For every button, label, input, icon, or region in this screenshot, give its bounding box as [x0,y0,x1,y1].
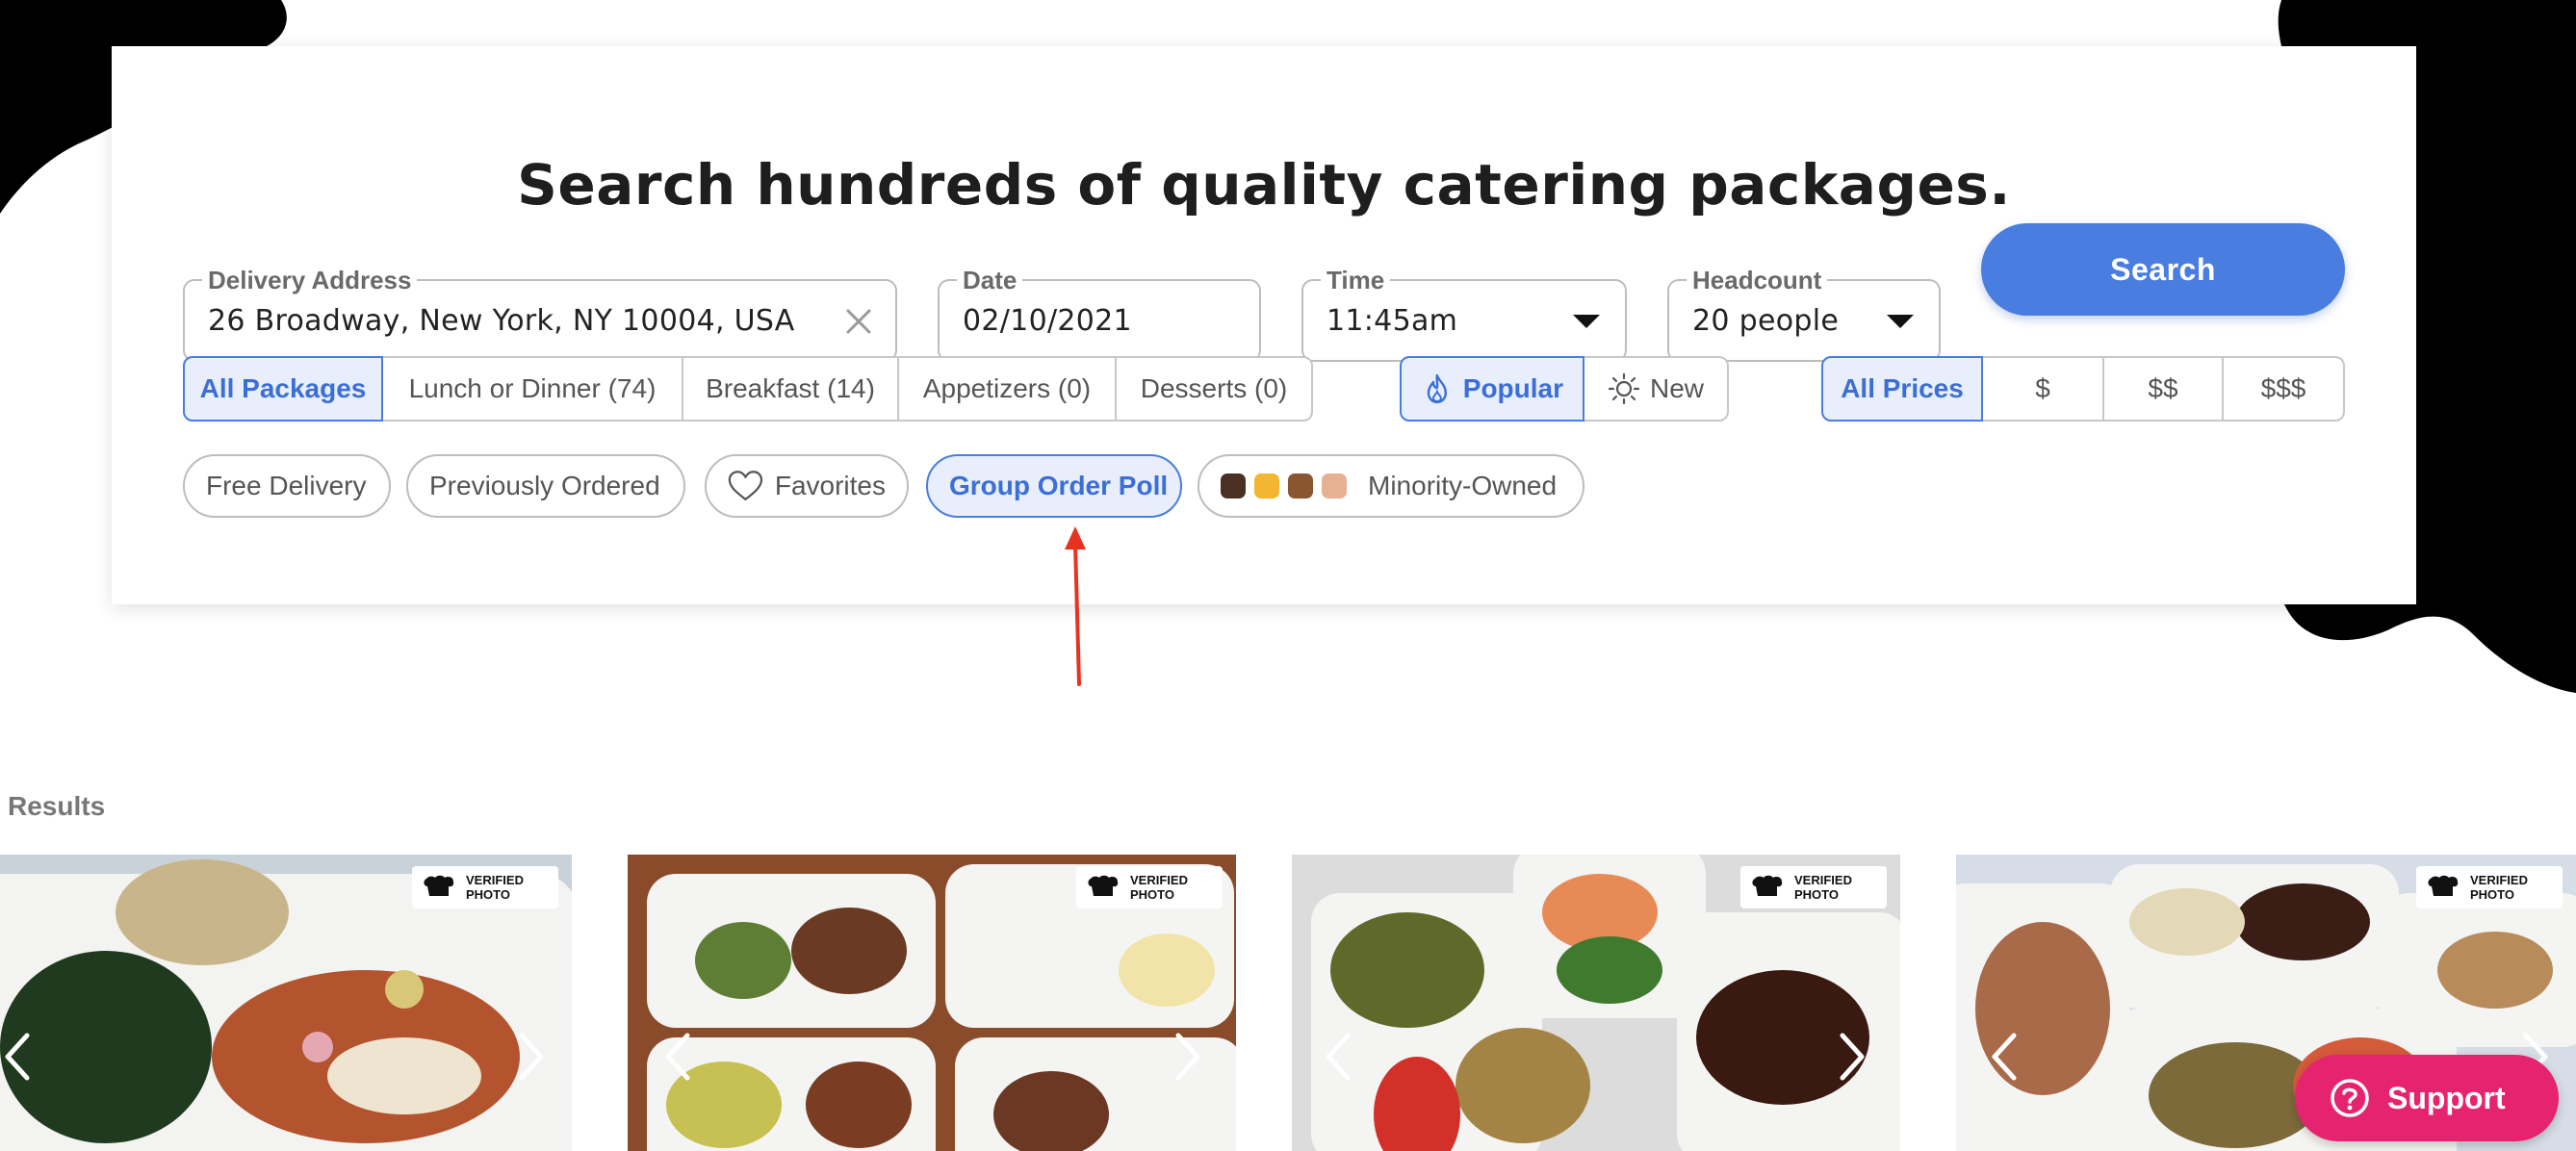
raised-fist-yellow-icon [1254,473,1279,499]
sort-popular[interactable]: Popular [1400,356,1584,422]
sort-popular-label: Popular [1462,373,1563,403]
verified-photo-badge: VERIFIED PHOTO [412,866,558,908]
category-lunch-or-dinner[interactable]: Lunch or Dinner (74) [383,356,683,422]
delivery-address-value[interactable]: 26 Broadway, New York, NY 10004, USA [208,304,795,338]
result-card-photo-1[interactable]: VERIFIED PHOTO [0,855,572,1151]
filter-free-delivery[interactable]: Free Delivery [183,454,391,518]
search-button[interactable]: Search [1981,223,2345,316]
verified-photo-badge: VERIFIED PHOTO [2416,866,2563,908]
filter-group-order-poll[interactable]: Group Order Poll [926,454,1182,518]
chevron-right-icon[interactable] [510,1028,549,1086]
support-label: Support [2387,1080,2506,1115]
filter-minority-owned[interactable]: Minority-Owned [1198,454,1584,518]
price-one[interactable]: $ [1983,356,2104,422]
filter-minority-owned-label: Minority-Owned [1368,471,1558,500]
sort-new[interactable]: New [1584,356,1729,422]
search-card: Search hundreds of quality catering pack… [112,46,2416,604]
price-three[interactable]: $$$ [2224,356,2345,422]
headcount-label: Headcount [1687,265,1828,295]
heart-icon [728,471,763,500]
result-card-photo-3[interactable]: VERIFIED PHOTO [1292,855,1900,1151]
raised-fist-dark-icon [1221,473,1246,499]
sort-filter-group: Popular New [1400,356,1729,422]
price-all[interactable]: All Prices [1821,356,1983,422]
category-breakfast[interactable]: Breakfast (14) [683,356,899,422]
chevron-left-icon[interactable] [660,1028,699,1086]
headcount-select[interactable]: Headcount 20 people [1667,265,1941,362]
filter-favorites[interactable]: Favorites [705,454,909,518]
flame-icon [1427,373,1448,404]
sun-icon [1608,372,1640,405]
chef-hat-icon [1088,875,1119,896]
time-value[interactable]: 11:45am [1327,304,1457,338]
verified-photo-badge: VERIFIED PHOTO [1076,866,1223,908]
time-select[interactable]: Time 11:45am [1301,265,1627,362]
annotation-arrow [1065,526,1086,686]
delivery-address-field[interactable]: Delivery Address 26 Broadway, New York, … [183,265,897,362]
verified-photo-text: VERIFIED PHOTO [466,873,524,902]
time-label: Time [1321,265,1391,295]
price-filter-group: All Prices $ $$ $$$ [1821,356,2345,422]
support-button[interactable]: Support [2295,1055,2559,1141]
chevron-down-icon[interactable] [1887,315,1914,328]
delivery-address-label: Delivery Address [202,265,418,295]
verified-photo-text: VERIFIED PHOTO [1130,873,1188,902]
verified-photo-badge: VERIFIED PHOTO [1740,866,1887,908]
date-field[interactable]: Date 02/10/2021 [938,265,1261,362]
raised-fist-brown-icon [1288,473,1313,499]
clear-address-icon[interactable] [843,306,874,337]
results-heading: Results [8,791,106,821]
category-all-packages[interactable]: All Packages [183,356,383,422]
category-appetizers[interactable]: Appetizers (0) [899,356,1117,422]
result-card-photo-2[interactable]: VERIFIED PHOTO [628,855,1236,1151]
price-two[interactable]: $$ [2104,356,2224,422]
chevron-right-icon[interactable] [1831,1028,1869,1086]
verified-photo-text: VERIFIED PHOTO [1794,873,1852,902]
chef-hat-icon [2428,875,2459,896]
verified-photo-text: VERIFIED PHOTO [2470,873,2528,902]
filter-previously-ordered[interactable]: Previously Ordered [406,454,685,518]
page-headline: Search hundreds of quality catering pack… [517,152,2011,217]
chevron-down-icon[interactable] [1573,315,1600,328]
chevron-left-icon[interactable] [1321,1028,1359,1086]
headcount-value[interactable]: 20 people [1692,304,1839,338]
chef-hat-icon [1752,875,1783,896]
chevron-left-icon[interactable] [0,1028,39,1086]
category-desserts[interactable]: Desserts (0) [1117,356,1313,422]
raised-fist-light-icon [1322,473,1347,499]
help-icon [2331,1079,2369,1117]
date-label: Date [957,265,1023,295]
date-value[interactable]: 02/10/2021 [963,304,1132,338]
category-filter-group: All Packages Lunch or Dinner (74) Breakf… [183,356,1313,422]
chef-hat-icon [424,875,454,896]
chevron-right-icon[interactable] [1167,1028,1205,1086]
filter-favorites-label: Favorites [774,471,886,500]
chevron-left-icon[interactable] [1987,1028,2025,1086]
sort-new-label: New [1649,373,1704,403]
